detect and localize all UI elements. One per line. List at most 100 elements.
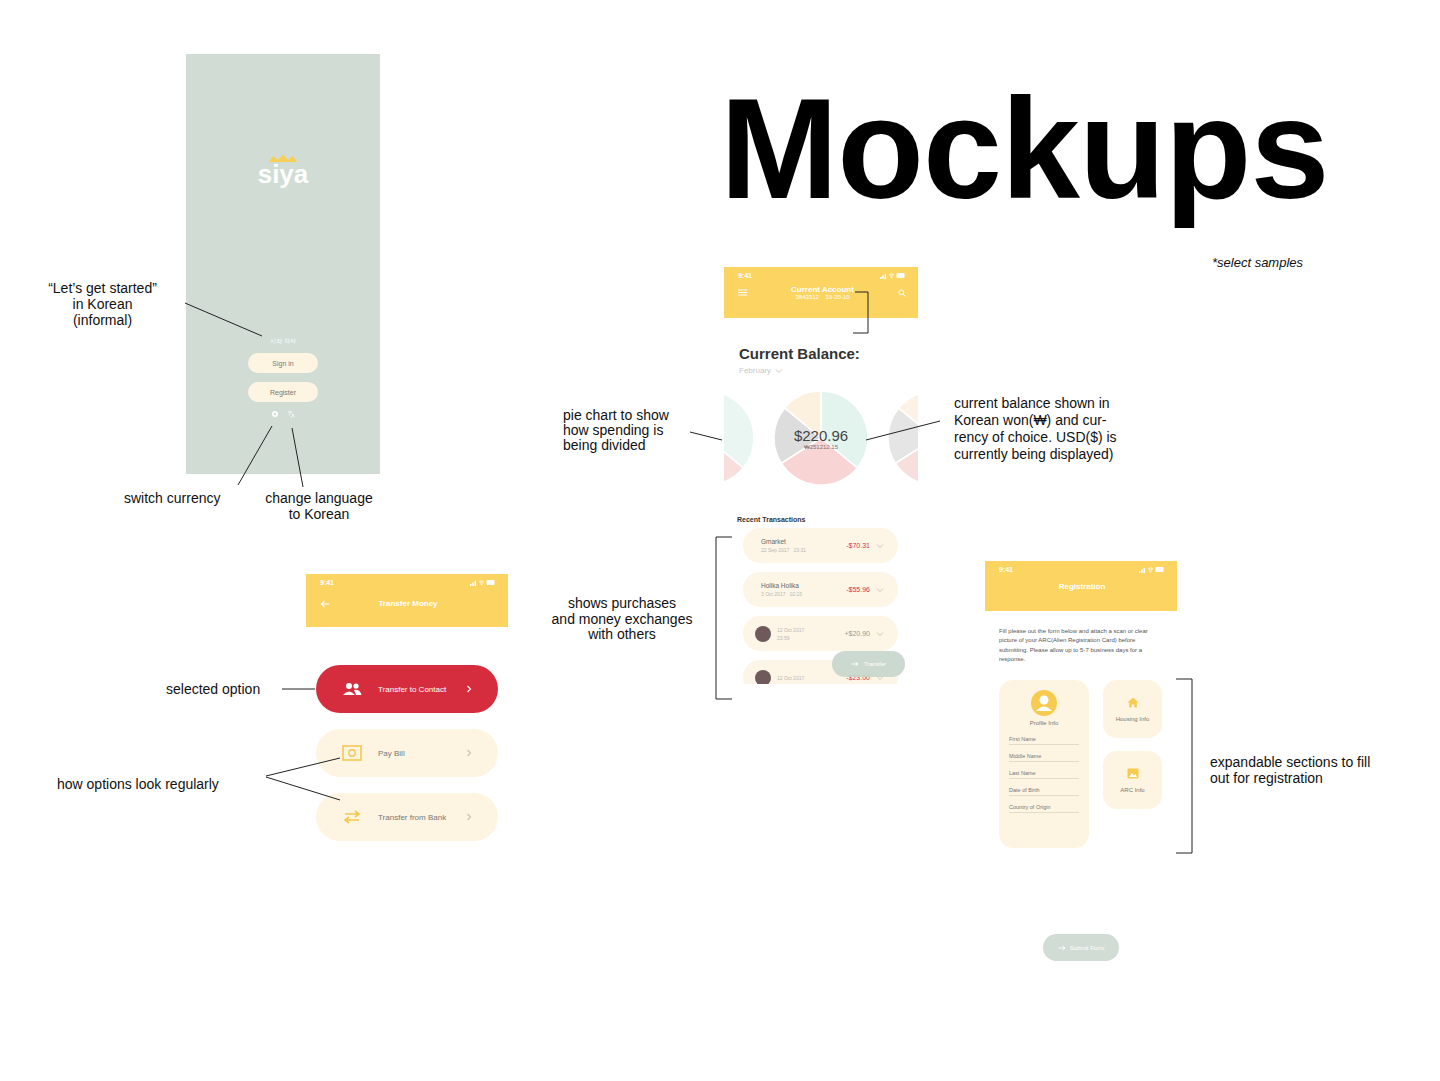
bill-icon: [342, 745, 362, 761]
menu-icon[interactable]: [738, 289, 747, 296]
transaction-amount: +$20.90: [845, 630, 871, 637]
status-bar: 9:41: [999, 565, 1165, 574]
expand-icon[interactable]: [876, 631, 884, 637]
submit-button[interactable]: Submit Form: [1043, 934, 1119, 961]
chevron-icon: [466, 813, 472, 821]
option-label: Pay Bill: [378, 749, 450, 758]
transaction-card[interactable]: Holika Holika 3 Oct 2017 02:15 -$55.96: [743, 572, 898, 607]
bracket: [716, 537, 732, 699]
month-select[interactable]: February: [739, 366, 918, 375]
chevron-icon: [466, 685, 472, 693]
expand-icon[interactable]: [876, 587, 884, 593]
account-number: 3843312 19-20-10: [795, 294, 849, 300]
balance-amount: $220.96: [794, 427, 848, 444]
chevron-icon: [466, 749, 472, 757]
transfer-button[interactable]: Transfer: [832, 651, 905, 677]
recent-transactions-title: Recent Transactions: [737, 516, 918, 523]
contact-avatar: [755, 626, 771, 642]
status-icons: [1139, 566, 1165, 573]
leader-line: [238, 426, 272, 485]
account-screen: 9:41 Current Account 3843312 19-20-10 Cu…: [724, 267, 918, 684]
bracket: [853, 292, 868, 333]
transaction-date: 12 Oct 2017: [777, 675, 804, 681]
expand-icon[interactable]: [876, 543, 884, 549]
section-label: ARC Info: [1120, 787, 1144, 793]
transaction-card[interactable]: Gmarket 22 Sep 2017 23:31 -$70.31: [743, 528, 898, 563]
bracket: [1176, 679, 1192, 853]
form-field[interactable]: First Name: [1009, 736, 1079, 745]
app-bar: 9:41 Transfer Money: [306, 574, 508, 627]
section-card[interactable]: Profile Info First NameMiddle NameLast N…: [999, 680, 1089, 848]
annotation: pie chart to showhow spending isbeing di…: [563, 408, 688, 453]
language-icon[interactable]: [287, 410, 295, 418]
transfer-screen: 9:41 Transfer Money: [306, 574, 508, 627]
transaction-date: 22 Sep 2017 23:31: [761, 547, 806, 553]
instructions: Fill please out the form below and attac…: [999, 627, 1153, 664]
page-subtitle: *select samples: [1212, 255, 1303, 270]
screen-title: Current Account: [791, 285, 854, 294]
section-label: Housing Info: [1116, 716, 1150, 722]
balance-pie: $220.96 ₩251212.15: [774, 391, 868, 485]
form-field[interactable]: Middle Name: [1009, 753, 1079, 762]
contacts-icon: [342, 682, 362, 696]
mockups-board: Mockups *select samples siya 시작 하자 Sign …: [0, 0, 1440, 1081]
app-bar: 9:41 Registration: [985, 561, 1177, 611]
annotation: expandable sections to fillout for regis…: [1210, 754, 1420, 786]
leader-line: [282, 689, 315, 690]
transaction-date: 3 Oct 2017 02:15: [761, 591, 802, 597]
status-icons: [880, 272, 906, 279]
balance-label: Current Balance:: [739, 345, 918, 363]
back-arrow-icon[interactable]: [320, 600, 330, 608]
section-card[interactable]: Housing Info: [1103, 680, 1162, 738]
transaction-name: Gmarket: [761, 538, 806, 545]
splash-button[interactable]: Register: [248, 382, 318, 402]
splash-button[interactable]: Sign in: [248, 353, 318, 373]
status-time: 9:41: [999, 566, 1013, 573]
form-field[interactable]: Country of Origin: [1009, 804, 1079, 813]
status-time: 9:41: [320, 579, 334, 586]
pie-carousel[interactable]: $220.96 ₩251212.15: [724, 391, 918, 485]
search-icon[interactable]: [898, 289, 906, 297]
screen-title: Registration: [999, 582, 1165, 591]
transaction-amount: -$55.96: [846, 586, 870, 593]
screen-title: Transfer Money: [336, 599, 480, 608]
image-icon: [1127, 768, 1139, 779]
annotation-lines: [0, 0, 1440, 1081]
transaction-name: Holika Holika: [761, 582, 802, 589]
transaction-time: 23:59: [777, 635, 804, 641]
leader-line: [866, 421, 940, 440]
contact-avatar: [755, 670, 771, 685]
exchange-icon: [342, 810, 362, 824]
form-field[interactable]: Last Name: [1009, 770, 1079, 779]
status-bar: 9:41: [320, 578, 496, 587]
house-icon: [1127, 697, 1139, 708]
registration-screen: 9:41 Registration Fill please out the fo…: [985, 561, 1177, 961]
profile-icon: [1031, 690, 1057, 716]
annotation: switch currency: [124, 490, 234, 506]
leader-line: [266, 758, 340, 776]
pie-chart: [888, 391, 918, 485]
transfer-option[interactable]: Transfer to Contact: [316, 665, 498, 713]
option-label: Transfer from Bank: [378, 813, 450, 822]
form-field[interactable]: Date of Birth: [1009, 787, 1079, 796]
arrow-icon: [851, 661, 859, 667]
transaction-card[interactable]: 12 Oct 2017 23:59 +$20.90: [743, 616, 898, 651]
pie-chart: [724, 391, 754, 485]
transfer-option[interactable]: Pay Bill: [316, 729, 498, 777]
leader-line: [690, 432, 722, 440]
annotation: change languageto Korean: [255, 490, 383, 522]
currency-gear-icon[interactable]: [271, 410, 279, 418]
leader-line: [185, 303, 262, 336]
transfer-option[interactable]: Transfer from Bank: [316, 793, 498, 841]
page-title: Mockups: [720, 78, 1328, 220]
expand-icon[interactable]: [775, 368, 783, 374]
section-card[interactable]: ARC Info: [1103, 751, 1162, 809]
annotation: shows purchasesand money exchangeswith o…: [540, 596, 704, 643]
option-label: Transfer to Contact: [378, 685, 450, 694]
annotation: selected option: [166, 681, 278, 697]
logo: siya: [258, 154, 309, 187]
transaction-amount: -$70.31: [846, 542, 870, 549]
transaction-time: 23:31: [794, 547, 807, 553]
leader-line: [266, 777, 340, 800]
pie-slice: [899, 391, 918, 438]
